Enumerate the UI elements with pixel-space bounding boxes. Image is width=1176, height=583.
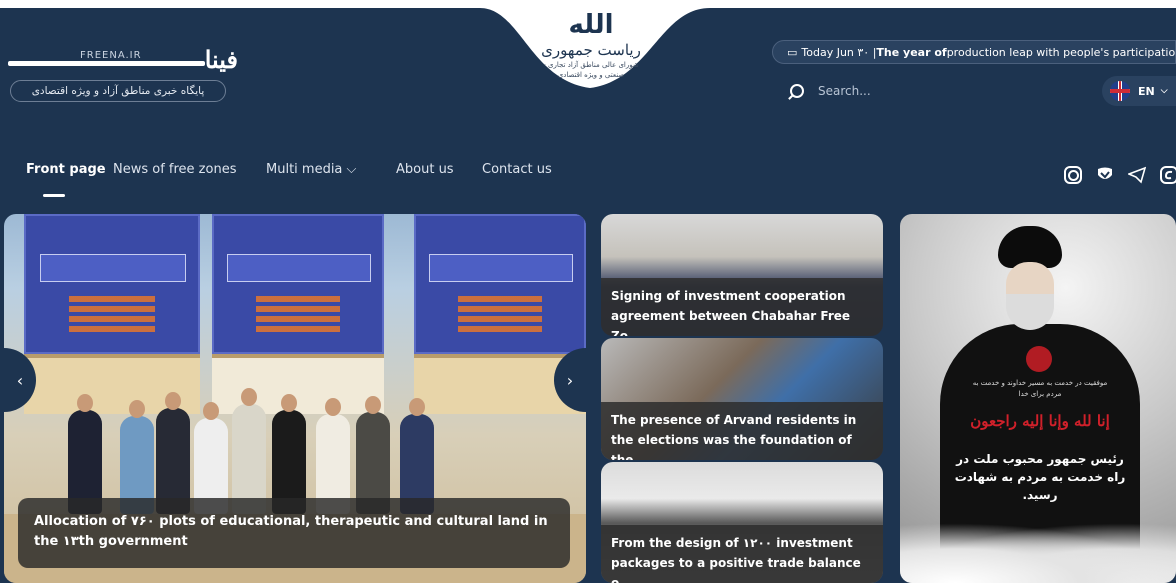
search-box[interactable]: Search... — [790, 80, 990, 102]
presidency-emblem: الله ریاست جمهوری شورای عالی مناطق آزاد … — [536, 10, 646, 80]
slide-photo-banner — [212, 214, 384, 354]
logo-persian: فینا — [204, 45, 238, 74]
virasty-icon[interactable] — [1094, 164, 1116, 186]
site-header: FREENA.IR فینا پایگاه خبری مناطق آزاد و … — [0, 0, 1176, 200]
emblem-subtitle: شورای عالی مناطق آزاد تجاری - صنعتی و وی… — [543, 61, 639, 79]
site-tagline: پایگاه خبری مناطق آزاد و ویژه اقتصادی — [10, 80, 226, 102]
slide-photo-banner — [414, 214, 586, 354]
nav-item-label: Multi media — [266, 162, 343, 177]
poster-small-text: موفقیت در خدمت به مسیر خداوند و خدمت به … — [972, 379, 1108, 398]
uk-flag-icon — [1110, 81, 1130, 101]
ticker-year-rest: production leap with people's participat… — [946, 45, 1176, 59]
poster-red-text: إنا لله وإنا إليه راجعون — [970, 412, 1110, 430]
emblem-badge-icon — [1026, 346, 1052, 372]
news-card[interactable]: From the design of ۱۲۰۰ investment packa… — [601, 462, 883, 583]
chevron-right-icon: › — [566, 370, 574, 390]
language-selector[interactable]: EN ⌵ — [1102, 76, 1176, 106]
nav-item-news-of-free-zones[interactable]: News of free zones — [113, 162, 236, 177]
nav-item-multi-media[interactable]: Multi media ⌵ — [266, 162, 356, 177]
news-caption[interactable]: Signing of investment cooperation agreem… — [601, 278, 883, 336]
memorial-poster[interactable]: موفقیت در خدمت به مسیر خداوند و خدمت به … — [900, 214, 1176, 583]
telegram-icon[interactable] — [1126, 164, 1148, 186]
news-caption[interactable]: The presence of Arvand residents in the … — [601, 402, 883, 460]
instagram-icon[interactable] — [1062, 164, 1084, 186]
news-card[interactable]: Signing of investment cooperation agreem… — [601, 214, 883, 336]
news-caption[interactable]: From the design of ۱۲۰۰ investment packa… — [601, 525, 883, 583]
slide-photo-banner — [24, 214, 200, 354]
active-nav-indicator — [43, 194, 65, 197]
hero-slide[interactable]: Allocation of ۷۶۰ plots of educational, … — [4, 214, 586, 583]
search-input[interactable]: Search... — [818, 84, 871, 98]
chevron-down-icon: ⌵ — [1160, 86, 1168, 96]
nav-item-about-us[interactable]: About us — [396, 162, 454, 177]
emblem-title: ریاست جمهوری — [541, 41, 641, 59]
eitaa-icon[interactable] — [1158, 164, 1176, 186]
hero-caption[interactable]: Allocation of ۷۶۰ plots of educational, … — [18, 498, 570, 568]
main-nav: Front page News of free zones Multi medi… — [0, 150, 1176, 200]
iran-emblem-icon: الله — [568, 10, 614, 40]
chevron-down-icon: ⌵ — [346, 162, 357, 177]
language-code: EN — [1138, 84, 1155, 98]
chevron-left-icon: ‹ — [16, 370, 24, 390]
news-ticker[interactable]: ▭ Today Jun ۳۰ | The year of production … — [772, 40, 1176, 64]
nav-item-front-page[interactable]: Front page — [26, 162, 106, 177]
calendar-icon: ▭ — [787, 45, 798, 59]
logo-latin: FREENA.IR — [80, 50, 142, 61]
ticker-date: Today Jun ۳۰ | — [801, 45, 877, 59]
news-card[interactable]: The presence of Arvand residents in the … — [601, 338, 883, 460]
site-logo[interactable]: FREENA.IR فینا — [8, 42, 238, 72]
slide-photo-people — [64, 374, 464, 514]
poster-white-text: رئیس جمهور محبوب ملت در راه خدمت به مردم… — [954, 452, 1126, 502]
nav-item-contact-us[interactable]: Contact us — [482, 162, 552, 177]
ticker-year-prefix: The year of — [876, 45, 947, 59]
search-icon[interactable] — [790, 84, 804, 98]
